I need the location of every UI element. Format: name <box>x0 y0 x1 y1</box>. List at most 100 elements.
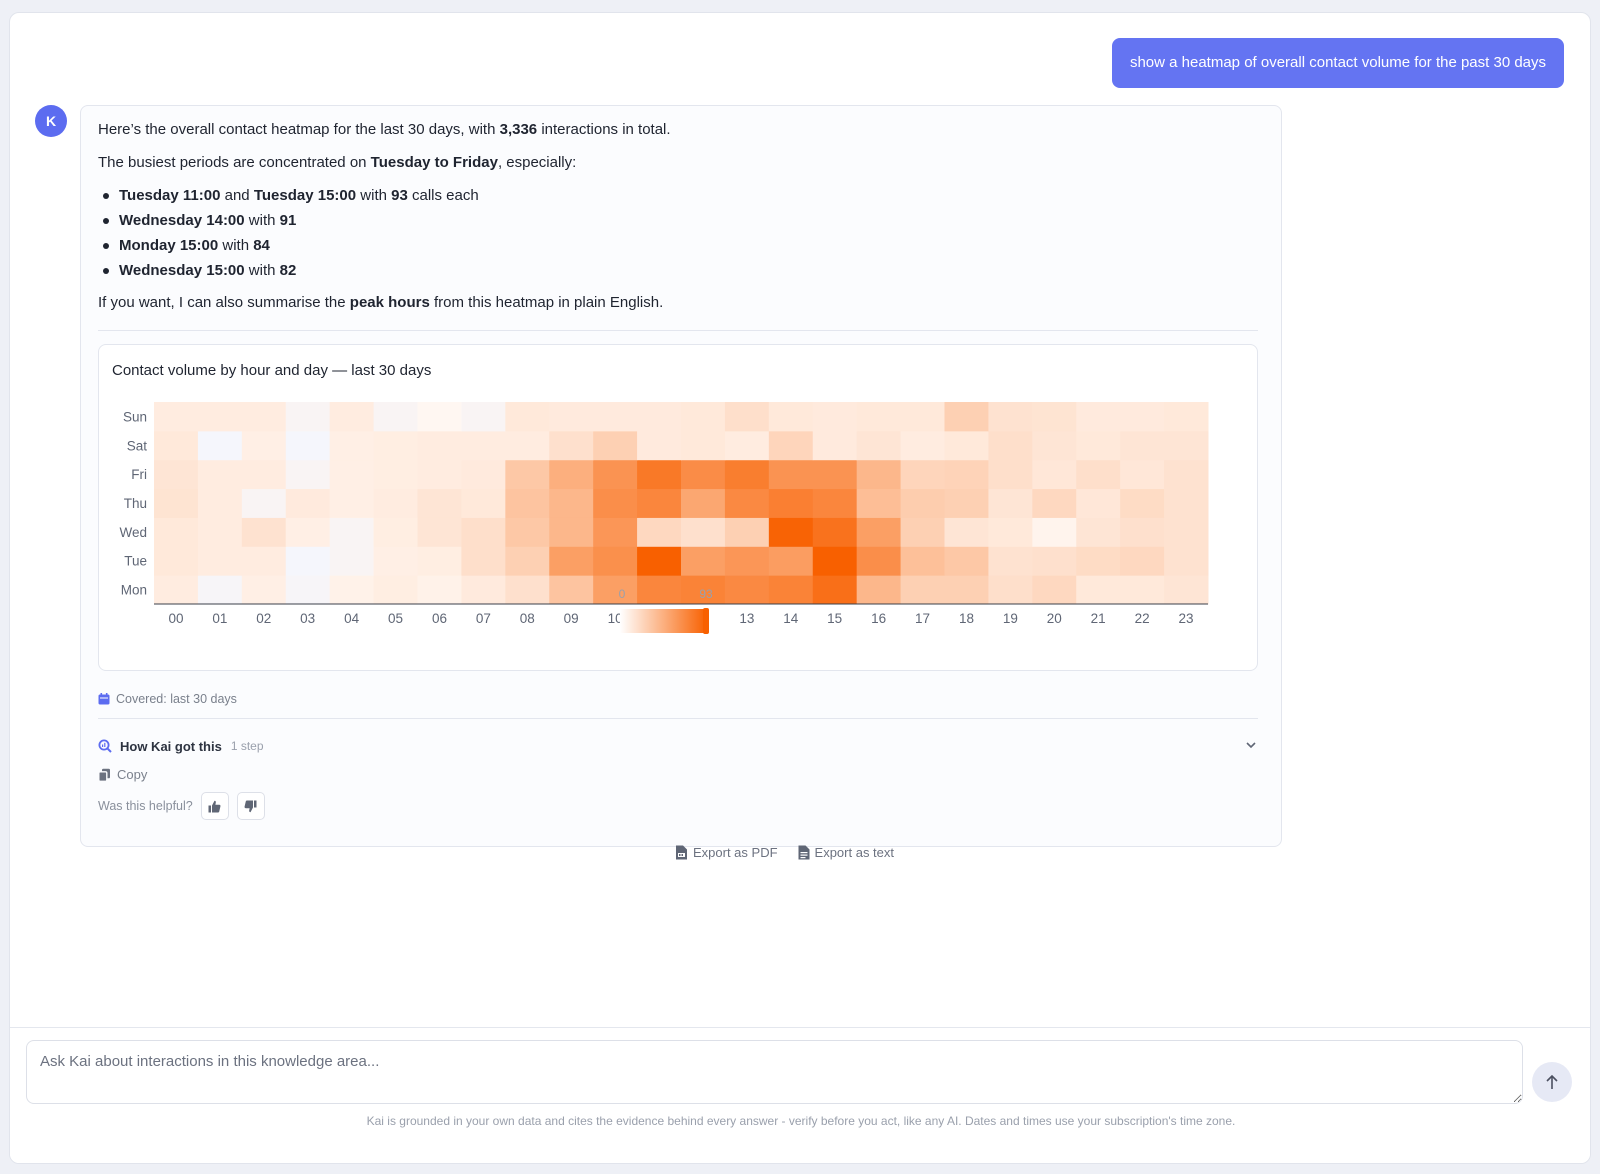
heatmap-cell-sat-06[interactable] <box>417 430 462 461</box>
heatmap-cell-sat-21[interactable] <box>1076 430 1121 461</box>
heatmap-cell-fri-20[interactable] <box>1032 459 1077 490</box>
heatmap-cell-wed-11[interactable] <box>637 517 682 547</box>
heatmap-cell-wed-02[interactable] <box>241 517 287 547</box>
heatmap-cell-tue-00[interactable] <box>154 546 199 576</box>
heatmap-cell-sat-22[interactable] <box>1120 430 1165 461</box>
heatmap-cell-wed-20[interactable] <box>1032 517 1077 547</box>
heatmap-cell-sun-05[interactable] <box>373 402 418 432</box>
heatmap-cell-mon-07[interactable] <box>461 575 506 605</box>
heatmap-cell-fri-02[interactable] <box>241 459 287 490</box>
heatmap-cell-wed-19[interactable] <box>988 517 1033 547</box>
heatmap-cell-fri-22[interactable] <box>1120 459 1165 490</box>
heatmap-cell-thu-01[interactable] <box>197 488 243 518</box>
heatmap-cell-tue-22[interactable] <box>1120 546 1165 576</box>
heatmap-cell-wed-07[interactable] <box>461 517 506 547</box>
heatmap-cell-thu-23[interactable] <box>1164 488 1209 518</box>
heatmap-cell-tue-20[interactable] <box>1032 546 1077 576</box>
heatmap-cell-fri-19[interactable] <box>988 459 1033 490</box>
heatmap-cell-sat-18[interactable] <box>944 430 989 461</box>
heatmap-cell-fri-14[interactable] <box>768 459 814 490</box>
thumbs-down-button[interactable] <box>236 792 265 820</box>
heatmap-cell-sat-15[interactable] <box>812 430 858 461</box>
heatmap-cell-thu-09[interactable] <box>549 488 594 518</box>
heatmap-cell-sat-00[interactable] <box>154 430 199 461</box>
heatmap-cell-thu-03[interactable] <box>285 488 331 518</box>
heatmap-cell-sat-04[interactable] <box>329 430 375 461</box>
heatmap-cell-sun-21[interactable] <box>1076 402 1121 432</box>
heatmap-cell-thu-21[interactable] <box>1076 488 1121 518</box>
heatmap-cell-sat-08[interactable] <box>505 430 550 461</box>
heatmap-cell-mon-04[interactable] <box>329 575 375 605</box>
heatmap-cell-sat-23[interactable] <box>1164 430 1209 461</box>
heatmap-cell-thu-05[interactable] <box>373 488 418 518</box>
heatmap-cell-tue-15[interactable] <box>812 546 858 576</box>
heatmap-cell-sat-11[interactable] <box>637 430 682 461</box>
heatmap-cell-sun-01[interactable] <box>197 402 243 432</box>
heatmap-cell-tue-08[interactable] <box>505 546 550 576</box>
heatmap-cell-sun-06[interactable] <box>417 402 462 432</box>
heatmap-cell-thu-20[interactable] <box>1032 488 1077 518</box>
heatmap-cell-thu-08[interactable] <box>505 488 550 518</box>
heatmap-cell-sat-01[interactable] <box>197 430 243 461</box>
heatmap-cell-wed-12[interactable] <box>681 517 726 547</box>
heatmap-cell-fri-06[interactable] <box>417 459 462 490</box>
heatmap-cell-fri-03[interactable] <box>285 459 331 490</box>
heatmap-cell-mon-23[interactable] <box>1164 575 1209 605</box>
heatmap-cell-wed-21[interactable] <box>1076 517 1121 547</box>
heatmap-cell-sat-20[interactable] <box>1032 430 1077 461</box>
heatmap-cell-mon-16[interactable] <box>856 575 902 605</box>
heatmap-cell-mon-18[interactable] <box>944 575 989 605</box>
heatmap-cell-wed-04[interactable] <box>329 517 375 547</box>
heatmap-cell-sun-09[interactable] <box>549 402 594 432</box>
heatmap-cell-fri-01[interactable] <box>197 459 243 490</box>
heatmap-cell-thu-11[interactable] <box>637 488 682 518</box>
legend-handle[interactable] <box>703 608 709 634</box>
heatmap-cell-mon-00[interactable] <box>154 575 199 605</box>
heatmap-cell-fri-15[interactable] <box>812 459 858 490</box>
heatmap-cell-mon-14[interactable] <box>768 575 814 605</box>
heatmap-cell-sun-18[interactable] <box>944 402 989 432</box>
heatmap-cell-fri-11[interactable] <box>637 459 682 490</box>
heatmap-cell-sun-12[interactable] <box>681 402 726 432</box>
export-pdf-button[interactable]: Export as PDF <box>675 845 778 860</box>
heatmap-cell-sun-15[interactable] <box>812 402 858 432</box>
heatmap-cell-fri-16[interactable] <box>856 459 902 490</box>
heatmap-cell-mon-19[interactable] <box>988 575 1033 605</box>
heatmap-cell-sun-07[interactable] <box>461 402 506 432</box>
heatmap-cell-sun-22[interactable] <box>1120 402 1165 432</box>
heatmap-cell-sun-08[interactable] <box>505 402 550 432</box>
heatmap-cell-wed-10[interactable] <box>593 517 638 547</box>
heatmap-cell-thu-10[interactable] <box>593 488 638 518</box>
heatmap-cell-thu-13[interactable] <box>724 488 770 518</box>
heatmap-cell-tue-23[interactable] <box>1164 546 1209 576</box>
heatmap-cell-sat-16[interactable] <box>856 430 902 461</box>
heatmap-cell-fri-08[interactable] <box>505 459 550 490</box>
heatmap-cell-sun-13[interactable] <box>724 402 770 432</box>
heatmap-cell-fri-17[interactable] <box>900 459 945 490</box>
copy-button[interactable]: Copy <box>98 767 147 782</box>
heatmap-cell-wed-18[interactable] <box>944 517 989 547</box>
heatmap-cell-mon-13[interactable] <box>724 575 770 605</box>
heatmap-cell-sat-13[interactable] <box>724 430 770 461</box>
send-button[interactable] <box>1532 1062 1572 1102</box>
heatmap-cell-wed-08[interactable] <box>505 517 550 547</box>
heatmap-cell-mon-01[interactable] <box>197 575 243 605</box>
heatmap-cell-mon-03[interactable] <box>285 575 331 605</box>
heatmap-cell-tue-17[interactable] <box>900 546 945 576</box>
heatmap-cell-sun-23[interactable] <box>1164 402 1209 432</box>
heatmap-cell-sat-03[interactable] <box>285 430 331 461</box>
heatmap-cell-fri-07[interactable] <box>461 459 506 490</box>
heatmap-cell-mon-21[interactable] <box>1076 575 1121 605</box>
heatmap-cell-wed-00[interactable] <box>154 517 199 547</box>
heatmap-cell-wed-17[interactable] <box>900 517 945 547</box>
heatmap-cell-fri-23[interactable] <box>1164 459 1209 490</box>
heatmap-cell-thu-18[interactable] <box>944 488 989 518</box>
heatmap-cell-fri-04[interactable] <box>329 459 375 490</box>
heatmap-cell-sun-16[interactable] <box>856 402 902 432</box>
heatmap-cell-tue-04[interactable] <box>329 546 375 576</box>
heatmap-cell-sat-14[interactable] <box>768 430 814 461</box>
heatmap-cell-wed-15[interactable] <box>812 517 858 547</box>
heatmap-cell-sat-10[interactable] <box>593 430 638 461</box>
heatmap-cell-tue-18[interactable] <box>944 546 989 576</box>
heatmap-cell-sun-00[interactable] <box>154 402 199 432</box>
